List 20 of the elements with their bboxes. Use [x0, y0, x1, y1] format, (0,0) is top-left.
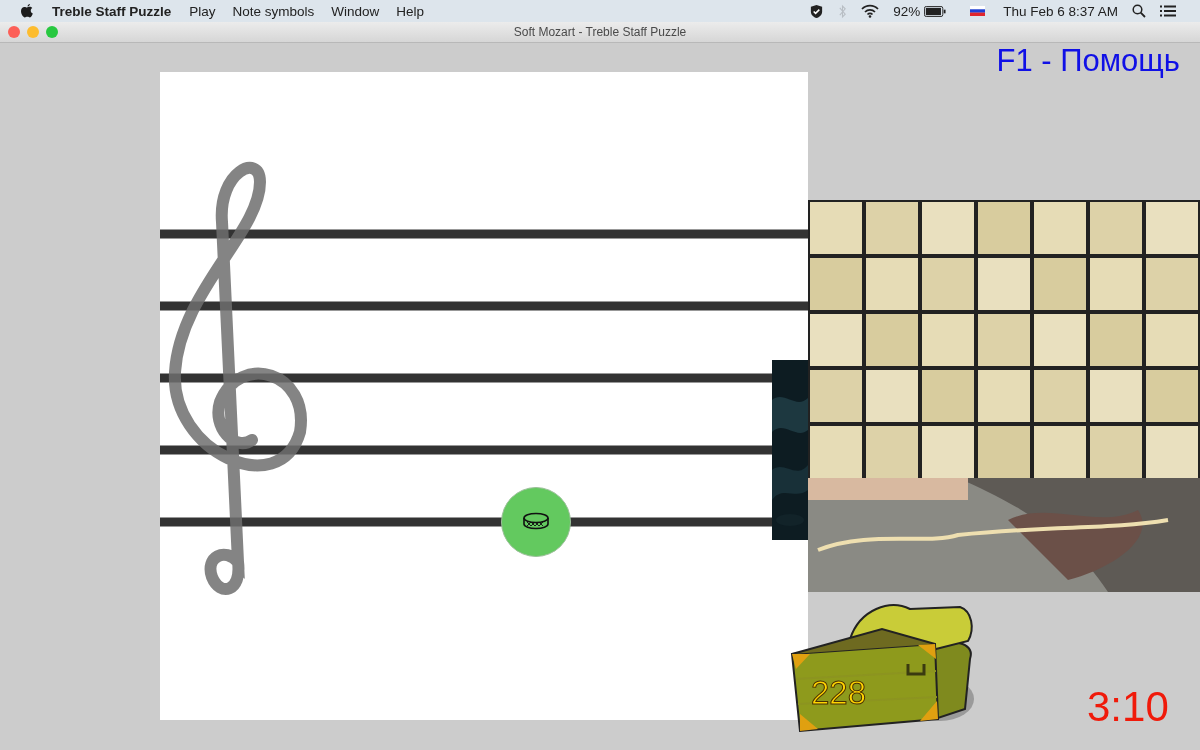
menu-item[interactable]: Play	[189, 3, 216, 19]
list-icon[interactable]	[1160, 5, 1176, 17]
shield-check-icon[interactable]	[809, 3, 825, 19]
menu-item[interactable]: Note symbols	[232, 3, 315, 19]
apple-logo-icon[interactable]	[20, 3, 34, 19]
russian-flag-icon[interactable]	[970, 6, 986, 16]
battery-percentage: 92%	[893, 3, 921, 19]
drum-icon	[522, 512, 550, 532]
timer: 3:10	[1087, 683, 1169, 731]
score: 228	[811, 674, 867, 712]
search-icon[interactable]	[1132, 4, 1146, 18]
battery-icon[interactable]	[924, 5, 947, 17]
menu-clock[interactable]: Thu Feb 6 8:37 AM	[1003, 3, 1118, 19]
app-menu[interactable]: Treble Staff Puzzle	[52, 3, 172, 19]
wifi-icon[interactable]	[861, 4, 880, 18]
window-title: Soft Mozart - Treble Staff Puzzle	[513, 25, 687, 39]
treble-clef-icon	[169, 161, 307, 595]
menu-item[interactable]: Window	[331, 3, 380, 19]
help-hint: F1 - Помощь	[996, 43, 1180, 79]
menu-item[interactable]: Help	[396, 3, 425, 19]
